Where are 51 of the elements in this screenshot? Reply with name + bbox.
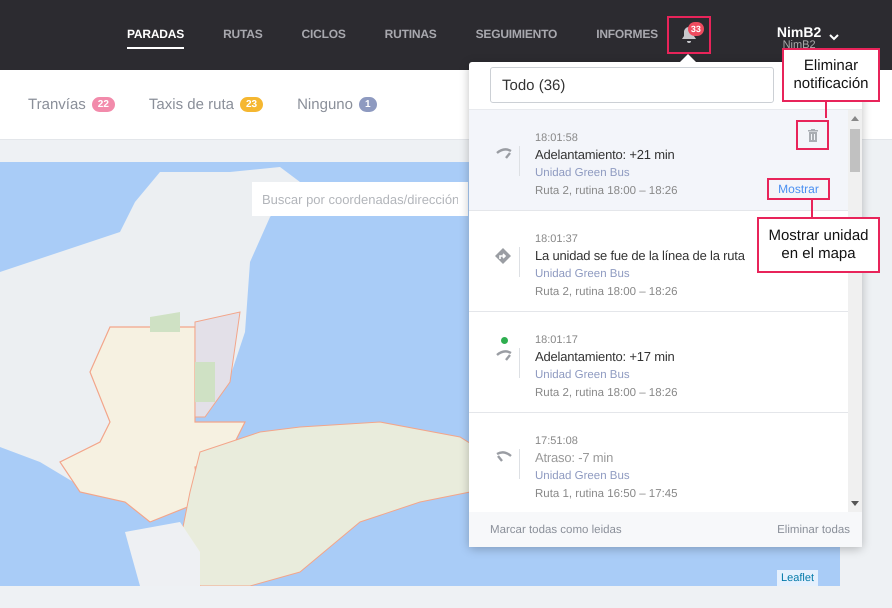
nav-tab[interactable]: RUTAS <box>223 21 263 49</box>
mark-all-read-link[interactable]: Marcar todas como leidas <box>490 524 622 536</box>
attribution-link[interactable]: Leaflet <box>776 570 818 586</box>
curved-arrow-icon <box>495 349 513 361</box>
notification-time: 17:51:08 <box>535 435 578 448</box>
filter-tab[interactable]: Tranvías <box>28 96 86 113</box>
nav-tab[interactable]: RUTINAS <box>384 21 437 49</box>
scroll-up-arrow-icon[interactable] <box>851 116 859 121</box>
scrollbar-thumb[interactable] <box>850 129 860 172</box>
unit-name: Unidad Green Bus <box>535 267 630 282</box>
curved-arrow-icon <box>495 450 513 462</box>
trash-icon <box>808 128 818 142</box>
callout-tooltip: Mostrar unidad en el mapa <box>757 217 880 273</box>
route-info: Ruta 2, rutina 18:00 – 18:26 <box>535 386 678 401</box>
notification-title: Adelantamiento: +17 min <box>535 348 675 366</box>
route-info: Ruta 2, rutina 18:00 – 18:26 <box>535 285 678 300</box>
notification-title: La unidad se fue de la línea de la ruta <box>535 247 745 265</box>
curved-arrow-icon <box>495 147 513 159</box>
count-badge: 22 <box>92 97 115 112</box>
notification-title: Atraso: -7 min <box>535 449 614 467</box>
turn-sign-icon <box>495 248 511 264</box>
user-subtitle: NimB2 <box>782 40 816 50</box>
nav-tab[interactable]: INFORMES <box>596 21 658 49</box>
filter-dropdown[interactable]: Todo (36) <box>490 67 774 103</box>
route-info: Ruta 2, rutina 18:00 – 18:26 <box>535 184 678 199</box>
leader-line <box>825 102 827 118</box>
notification-item[interactable]: 18:01:58 Adelantamiento: +21 min Unidad Green Bus Ruta 2, rutina 18:00 – 18:26 Mostrar <box>469 110 848 211</box>
filter-tab[interactable]: Taxis de ruta <box>148 96 234 113</box>
notifications-button[interactable]: 33 <box>666 16 711 54</box>
callout-tooltip: Eliminar notificación <box>782 48 880 102</box>
leader-line <box>811 199 813 217</box>
notification-time: 18:01:58 <box>535 132 578 145</box>
unit-name: Unidad Green Bus <box>535 368 630 383</box>
nav-tab[interactable]: SEGUIMIENTO <box>476 21 558 49</box>
scroll-down-arrow-icon[interactable] <box>851 501 859 506</box>
delete-button[interactable] <box>796 120 829 150</box>
delete-all-link[interactable]: Eliminar todas <box>777 524 850 536</box>
route-info: Ruta 1, rutina 16:50 – 17:45 <box>535 487 678 502</box>
chevron-down-icon[interactable] <box>829 34 840 40</box>
count-badge: 1 <box>358 97 377 112</box>
user-name[interactable]: NimB2 <box>776 24 822 40</box>
notification-count-badge: 33 <box>688 22 704 36</box>
count-badge: 23 <box>240 97 264 112</box>
notification-time: 18:01:37 <box>535 233 578 246</box>
notification-time: 18:01:17 <box>535 334 578 347</box>
nav-tab[interactable]: PARADAS <box>127 21 184 49</box>
notification-title: Adelantamiento: +21 min <box>535 146 675 164</box>
filter-tab[interactable]: Ninguno <box>297 96 353 113</box>
unit-name: Unidad Green Bus <box>535 469 630 484</box>
nav-tab[interactable]: CICLOS <box>302 21 346 49</box>
unit-name: Unidad Green Bus <box>535 166 630 181</box>
